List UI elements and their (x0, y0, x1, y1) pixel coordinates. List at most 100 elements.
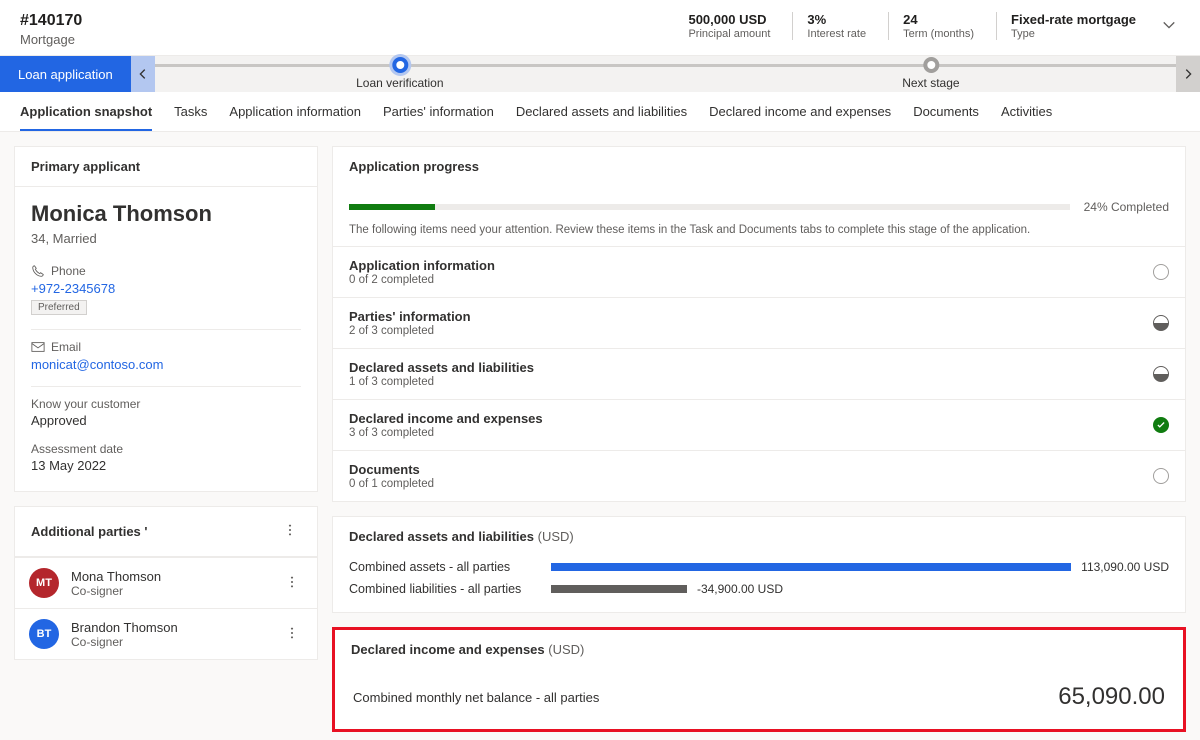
page-header: #140170 Mortgage 500,000 USD Principal a… (0, 0, 1200, 56)
progress-item-text: Parties' information2 of 3 completed (349, 309, 471, 337)
progress-item-title: Declared assets and liabilities (349, 360, 534, 375)
bar-track: 113,090.00 USD (551, 560, 1169, 574)
assets-unit: (USD) (538, 529, 574, 544)
progress-item[interactable]: Application information0 of 2 completed (333, 246, 1185, 297)
phone-label-row: Phone (31, 264, 301, 278)
metric-label: Interest rate (807, 28, 866, 40)
progress-item-text: Application information0 of 2 completed (349, 258, 495, 286)
income-unit: (USD) (548, 642, 584, 657)
progress-item[interactable]: Documents0 of 1 completed (333, 450, 1185, 501)
tab-assets[interactable]: Declared assets and liabilities (516, 92, 687, 131)
status-partial-icon (1153, 315, 1169, 331)
stage-label: Loan verification (356, 76, 443, 90)
party-name: Mona Thomson (71, 569, 161, 584)
parties-title: Additional parties ' (31, 524, 148, 539)
stage-node-next[interactable]: Next stage (902, 57, 959, 90)
stage-track: Loan verification Next stage (155, 56, 1176, 92)
progress-item-sub: 2 of 3 completed (349, 325, 471, 337)
party-row[interactable]: MT Mona Thomson Co-signer (15, 557, 317, 608)
bar-value: -34,900.00 USD (697, 582, 783, 596)
progress-item-title: Documents (349, 462, 434, 477)
progress-items: Application information0 of 2 completed P… (333, 246, 1185, 501)
card-body: Monica Thomson 34, Married Phone +972-23… (15, 187, 317, 491)
progress-fill (349, 204, 435, 210)
income-title: Declared income and expenses (351, 642, 545, 657)
record-type: Mortgage (20, 32, 82, 47)
income-card-highlighted: Declared income and expenses (USD) Combi… (332, 627, 1186, 732)
progress-item-sub: 3 of 3 completed (349, 427, 543, 439)
header-expand-button[interactable] (1158, 12, 1180, 41)
party-name: Brandon Thomson (71, 620, 178, 635)
status-empty-icon (1153, 468, 1169, 484)
metric-label: Type (1011, 28, 1136, 40)
progress-item[interactable]: Parties' information2 of 3 completed (333, 297, 1185, 348)
progress-item-sub: 1 of 3 completed (349, 376, 534, 388)
party-row[interactable]: BT Brandon Thomson Co-signer (15, 608, 317, 659)
stage-bar: Loan application Loan verification Next … (0, 56, 1200, 92)
tab-documents[interactable]: Documents (913, 92, 979, 131)
phone-row: Phone +972-2345678 Preferred (31, 264, 301, 315)
party-info: Mona Thomson Co-signer (71, 569, 161, 598)
progress-percent: 24% Completed (1084, 200, 1169, 214)
progress-bar (349, 204, 1070, 210)
metric-value: Fixed-rate mortgage (1011, 12, 1136, 27)
stage-line (155, 64, 1176, 67)
tab-app-info[interactable]: Application information (229, 92, 361, 131)
tab-snapshot[interactable]: Application snapshot (20, 92, 152, 131)
progress-item[interactable]: Declared assets and liabilities1 of 3 co… (333, 348, 1185, 399)
metric-label: Term (months) (903, 28, 974, 40)
phone-label: Phone (51, 264, 86, 278)
kyc-value: Approved (31, 413, 301, 428)
bar-row-assets: Combined assets - all parties 113,090.00… (333, 556, 1185, 578)
more-vertical-icon (283, 523, 297, 537)
metric-label: Principal amount (688, 28, 770, 40)
status-partial-icon (1153, 366, 1169, 382)
assets-card: Declared assets and liabilities (USD) Co… (332, 516, 1186, 613)
header-left: #140170 Mortgage (20, 12, 82, 47)
tab-income[interactable]: Declared income and expenses (709, 92, 891, 131)
progress-item-sub: 0 of 1 completed (349, 478, 434, 490)
tab-activities[interactable]: Activities (1001, 92, 1052, 131)
chevron-left-icon (136, 67, 150, 81)
card-title: Application progress (333, 147, 1185, 186)
primary-applicant-card: Primary applicant Monica Thomson 34, Mar… (14, 146, 318, 492)
progress-item[interactable]: Declared income and expenses3 of 3 compl… (333, 399, 1185, 450)
section-header: Declared income and expenses (USD) (335, 630, 1183, 669)
net-label: Combined monthly net balance - all parti… (353, 690, 599, 705)
phone-link[interactable]: +972-2345678 (31, 281, 301, 296)
progress-item-text: Declared income and expenses3 of 3 compl… (349, 411, 543, 439)
party-more-button[interactable] (281, 622, 303, 647)
stage-current[interactable]: Loan application (0, 56, 131, 92)
avatar: MT (29, 568, 59, 598)
party-role: Co-signer (71, 635, 178, 649)
kyc-label: Know your customer (31, 397, 301, 411)
stage-dot-active-icon (392, 57, 408, 73)
applicant-sub: 34, Married (31, 231, 301, 246)
stage-next-button[interactable] (1176, 56, 1200, 92)
parties-more-button[interactable] (279, 519, 301, 544)
stage-label: Next stage (902, 76, 959, 90)
bar-track: -34,900.00 USD (551, 582, 1169, 596)
bar-value: 113,090.00 USD (1081, 560, 1169, 574)
more-vertical-icon (285, 575, 299, 589)
tab-bar: Application snapshot Tasks Application i… (0, 92, 1200, 132)
progress-item-title: Application information (349, 258, 495, 273)
stage-node-verification[interactable]: Loan verification (356, 57, 443, 90)
tab-tasks[interactable]: Tasks (174, 92, 207, 131)
email-label-row: Email (31, 340, 301, 354)
status-empty-icon (1153, 264, 1169, 280)
metric-interest: 3% Interest rate (792, 12, 866, 40)
progress-item-sub: 0 of 2 completed (349, 274, 495, 286)
header-metrics: 500,000 USD Principal amount 3% Interest… (688, 12, 1180, 47)
bars-container: Combined assets - all parties 113,090.00… (333, 556, 1185, 612)
section-header: Declared assets and liabilities (USD) (333, 517, 1185, 556)
net-balance-row: Combined monthly net balance - all parti… (335, 669, 1183, 729)
party-more-button[interactable] (281, 571, 303, 596)
party-info: Brandon Thomson Co-signer (71, 620, 178, 649)
stage-prev-button[interactable] (131, 56, 155, 92)
email-row: Email monicat@contoso.com (31, 340, 301, 372)
tab-parties[interactable]: Parties' information (383, 92, 494, 131)
email-link[interactable]: monicat@contoso.com (31, 357, 301, 372)
party-role: Co-signer (71, 584, 161, 598)
bar-label: Combined assets - all parties (349, 560, 539, 574)
